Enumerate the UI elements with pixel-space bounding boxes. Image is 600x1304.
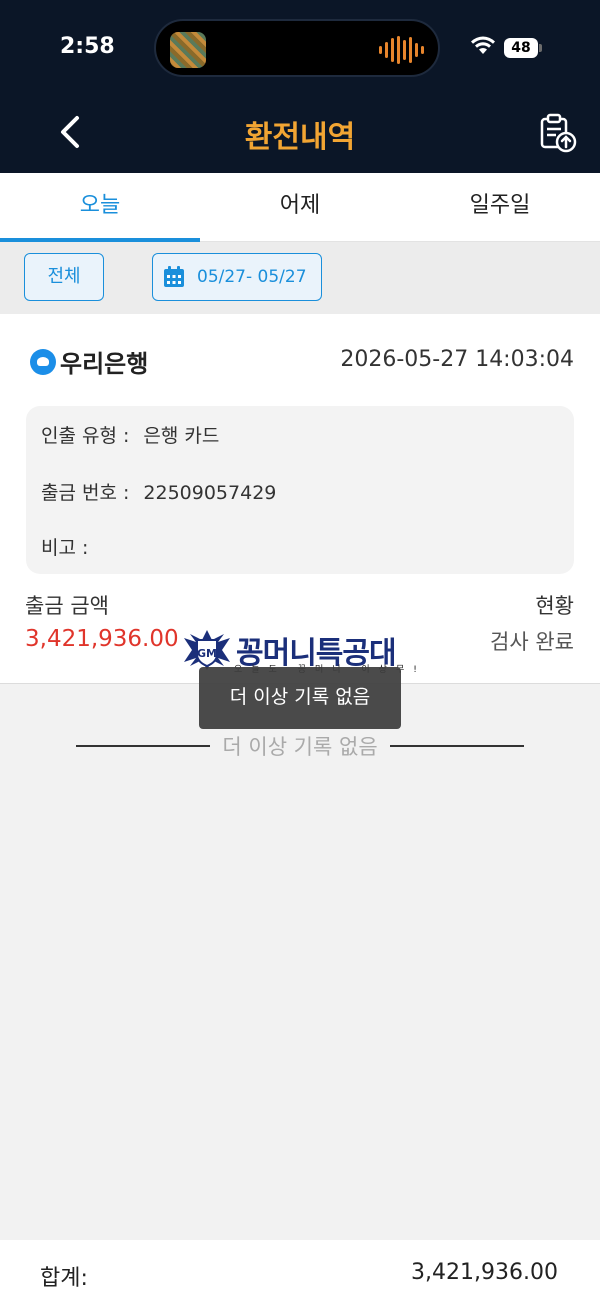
page-title: 환전내역 (244, 120, 356, 155)
status-label: 현황 (535, 594, 574, 618)
filter-all-button[interactable]: 전체 (24, 253, 104, 301)
bank-name: 우리은행 (60, 350, 149, 378)
app-header: 2:58 48 환전내역 (0, 0, 600, 173)
clipboard-upload-icon[interactable] (536, 112, 578, 154)
watermark-logo: GM 꽁머니특공대 오늘도 꽁머니 이상무! (182, 628, 417, 675)
divider-right (389, 745, 525, 747)
withdraw-amount-label: 출금 금액 (25, 594, 109, 618)
now-playing-artwork (170, 32, 206, 68)
battery-tip (539, 44, 542, 52)
audio-waveform-icon (379, 36, 424, 64)
withdraw-number-value: 22509057429 (143, 482, 277, 504)
withdraw-type-value: 은행 카드 (143, 425, 220, 447)
date-range-text: 05/27- 05/27 (197, 267, 307, 287)
tab-yesterday[interactable]: 어제 (200, 173, 400, 241)
toast-message: 더 이상 기록 없음 (199, 667, 401, 729)
divider-left (76, 745, 211, 747)
withdraw-type-label: 인출 유형 : (41, 425, 130, 447)
withdraw-number-row: 출금 번호 : 22509057429 (41, 478, 276, 505)
status-value: 검사 완료 (490, 630, 574, 654)
period-tabs: 오늘 어제 일주일 (0, 173, 600, 242)
record-details: 인출 유형 : 은행 카드 출금 번호 : 22509057429 비고 : (26, 406, 574, 574)
withdraw-amount-value: 3,421,936.00 (25, 626, 179, 652)
wifi-icon (471, 36, 495, 54)
withdraw-number-label: 출금 번호 : (41, 482, 130, 504)
svg-text:GM: GM (197, 647, 217, 660)
filter-bar: 전체 05/27- 05/27 (0, 242, 600, 314)
total-value: 3,421,936.00 (411, 1260, 558, 1285)
status-time: 2:58 (60, 34, 115, 59)
total-footer: 합계: 3,421,936.00 (0, 1240, 600, 1304)
date-range-button[interactable]: 05/27- 05/27 (152, 253, 322, 301)
note-label: 비고 : (41, 537, 89, 559)
woori-bank-logo (30, 348, 56, 375)
bank-info: 우리은행 (30, 344, 148, 379)
end-of-list: 더 이상 기록 없음 (76, 731, 525, 761)
total-label: 합계: (40, 1266, 88, 1291)
tab-today[interactable]: 오늘 (0, 173, 200, 242)
tab-week[interactable]: 일주일 (400, 173, 600, 241)
note-row: 비고 : (41, 533, 102, 560)
record-datetime: 2026-05-27 14:03:04 (340, 347, 574, 372)
end-of-list-text: 더 이상 기록 없음 (222, 735, 378, 759)
dynamic-island (154, 19, 440, 77)
battery-indicator: 48 (504, 38, 538, 58)
withdraw-type-row: 인출 유형 : 은행 카드 (41, 421, 219, 448)
calendar-icon (164, 266, 184, 287)
shield-emblem-icon: GM (184, 630, 230, 670)
